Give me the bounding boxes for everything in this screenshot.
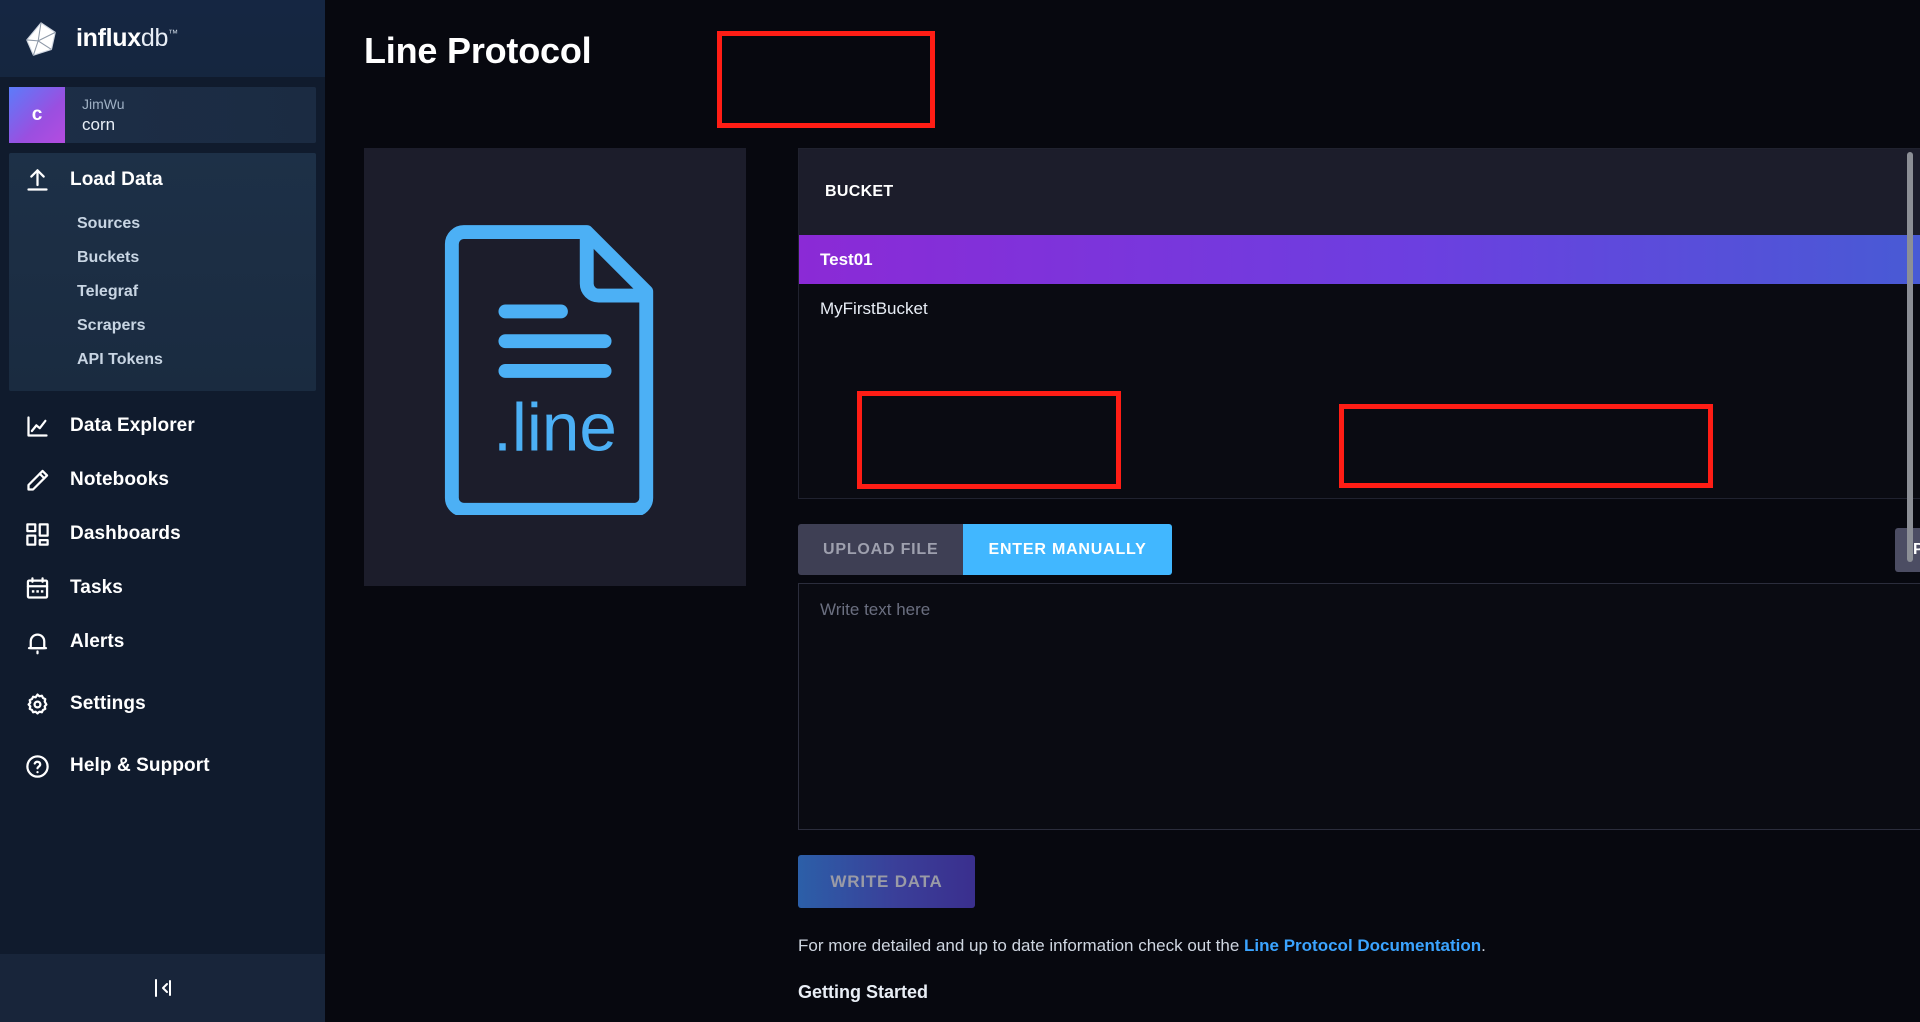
- line-protocol-editor[interactable]: Write text here: [798, 583, 1920, 830]
- vertical-scrollbar[interactable]: [1907, 152, 1913, 562]
- write-data-button[interactable]: WRITE DATA: [798, 855, 975, 908]
- sidebar-item-telegraf[interactable]: Telegraf: [77, 275, 316, 309]
- sidebar-item-buckets[interactable]: Buckets: [77, 241, 316, 275]
- page-title: Line Protocol: [364, 30, 592, 71]
- brand-name-light: db: [140, 24, 169, 52]
- line-file-card: .line: [364, 148, 746, 586]
- sidebar-item-alerts[interactable]: Alerts: [9, 615, 316, 669]
- bucket-panel-header: BUCKET + CREATE BUCKET: [799, 149, 1920, 235]
- app-root: influxdb™ c JimWu corn Load Data Sources…: [0, 0, 1920, 1022]
- brand-logo[interactable]: influxdb™: [0, 0, 325, 77]
- sidebar: influxdb™ c JimWu corn Load Data Sources…: [0, 0, 325, 1022]
- bucket-list-item-test01[interactable]: Test01: [799, 235, 1920, 284]
- sidebar-group-tasks: Tasks: [9, 561, 316, 615]
- gear-icon: [22, 689, 52, 719]
- bucket-list: Test01 MyFirstBucket: [799, 235, 1920, 498]
- sidebar-item-sources[interactable]: Sources: [77, 207, 316, 241]
- sidebar-footer: [0, 954, 325, 1022]
- editor-placeholder: Write text here: [820, 600, 931, 619]
- source-tab-group: UPLOAD FILE ENTER MANUALLY: [798, 524, 1172, 575]
- sidebar-item-label: Alerts: [70, 631, 125, 652]
- documentation-note-prefix: For more detailed and up to date informa…: [798, 936, 1245, 955]
- sidebar-item-help-support[interactable]: Help & Support: [9, 739, 316, 793]
- sidebar-item-label: Notebooks: [70, 469, 170, 490]
- sidebar-item-load-data[interactable]: Load Data: [9, 153, 316, 207]
- sidebar-group-load-data: Load Data Sources Buckets Telegraf Scrap…: [9, 153, 316, 391]
- account-user: corn: [82, 114, 116, 134]
- sidebar-item-tasks[interactable]: Tasks: [9, 561, 316, 615]
- sidebar-nav: Load Data Sources Buckets Telegraf Scrap…: [0, 143, 325, 954]
- brand-name-bold: influx: [76, 24, 141, 52]
- sidebar-group-settings: Settings: [9, 677, 316, 731]
- documentation-note-suffix: .: [1481, 936, 1486, 955]
- sidebar-item-dashboards[interactable]: Dashboards: [9, 507, 316, 561]
- graph-line-icon: [22, 411, 52, 441]
- account-org: JimWu: [82, 95, 125, 112]
- sidebar-item-label: Help & Support: [70, 755, 210, 776]
- sidebar-item-label: Dashboards: [70, 523, 181, 544]
- sidebar-group-data-explorer: Data Explorer: [9, 399, 316, 453]
- sidebar-item-settings[interactable]: Settings: [9, 677, 316, 731]
- collapse-panel-icon[interactable]: [150, 975, 176, 1001]
- sidebar-subnav-load-data: Sources Buckets Telegraf Scrapers API To…: [9, 207, 316, 377]
- sidebar-group-dashboards: Dashboards: [9, 507, 316, 561]
- right-column: BUCKET + CREATE BUCKET Test01 MyFirstBuc…: [798, 100, 1920, 1003]
- tab-enter-manually[interactable]: ENTER MANUALLY: [963, 524, 1172, 575]
- svg-text:.line: .line: [493, 390, 617, 465]
- getting-started-heading: Getting Started: [798, 982, 929, 1002]
- brand-name: influxdb™: [76, 24, 178, 53]
- sidebar-item-label: Tasks: [70, 577, 123, 598]
- precision-label: Precision: Nanoseconds: [1913, 540, 1920, 558]
- sidebar-item-data-explorer[interactable]: Data Explorer: [9, 399, 316, 453]
- sidebar-item-label: Load Data: [70, 169, 163, 190]
- line-protocol-documentation-link[interactable]: Line Protocol Documentation: [1244, 936, 1481, 955]
- account-switcher[interactable]: c JimWu corn: [9, 87, 316, 143]
- upload-icon: [22, 165, 52, 195]
- sidebar-item-notebooks[interactable]: Notebooks: [9, 453, 316, 507]
- sidebar-group-notebooks: Notebooks: [9, 453, 316, 507]
- sidebar-item-api-tokens[interactable]: API Tokens: [77, 343, 316, 377]
- brand-trademark: ™: [168, 28, 178, 40]
- sidebar-group-help: Help & Support: [9, 739, 316, 793]
- sidebar-group-alerts: Alerts: [9, 615, 316, 669]
- main-content: Line Protocol .line BUCKET Test01 MyFirs…: [325, 0, 1920, 1022]
- pencil-icon: [22, 465, 52, 495]
- source-action-row: UPLOAD FILE ENTER MANUALLY Precision: Na…: [798, 524, 1920, 575]
- bell-icon: [22, 627, 52, 657]
- account-labels: JimWu corn: [65, 96, 125, 135]
- sidebar-item-label: Settings: [70, 693, 146, 714]
- influxdb-cube-logo: [22, 20, 60, 58]
- tab-upload-file[interactable]: UPLOAD FILE: [798, 524, 964, 575]
- bucket-list-item-myfirstbucket[interactable]: MyFirstBucket: [799, 284, 1920, 333]
- question-circle-icon: [22, 751, 52, 781]
- sidebar-item-scrapers[interactable]: Scrapers: [77, 309, 316, 343]
- line-file-icon: .line: [436, 215, 674, 520]
- bucket-label: BUCKET: [825, 183, 894, 200]
- avatar: c: [9, 87, 65, 143]
- bucket-panel: BUCKET + CREATE BUCKET Test01 MyFirstBuc…: [798, 148, 1920, 499]
- documentation-note: For more detailed and up to date informa…: [798, 936, 1920, 956]
- content-area: .line BUCKET + CREATE BUCKET Test01: [325, 100, 1920, 1022]
- calendar-icon: [22, 573, 52, 603]
- sidebar-item-label: Data Explorer: [70, 415, 195, 436]
- dashboard-grid-icon: [22, 519, 52, 549]
